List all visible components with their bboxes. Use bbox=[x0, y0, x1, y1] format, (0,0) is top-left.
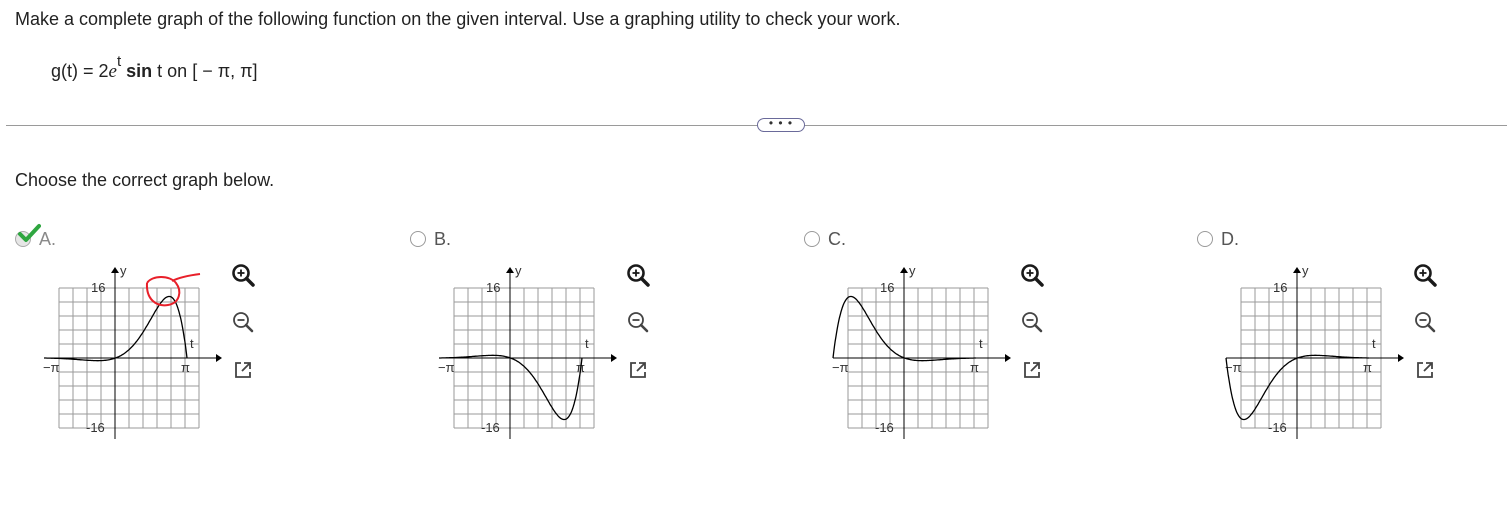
answer-option-d[interactable]: D. y t 16 -16 −π π bbox=[1197, 224, 1487, 444]
graph: yt16-16−π π bbox=[1225, 263, 1404, 439]
correct-checkmark-icon bbox=[18, 224, 41, 242]
y-max-label: 16 bbox=[91, 280, 105, 295]
y-min-label: -16 bbox=[875, 420, 894, 435]
y-min-label: -16 bbox=[481, 420, 500, 435]
formula-base: e bbox=[108, 61, 117, 82]
t-axis-arrow bbox=[1005, 354, 1011, 362]
answer-option-c[interactable]: C. y t 16 -16 −π π bbox=[804, 224, 1094, 444]
zoom-in-icon[interactable] bbox=[1412, 262, 1438, 288]
y-axis-label: y bbox=[909, 263, 916, 278]
open-new-window-icon[interactable] bbox=[1019, 357, 1045, 383]
function-formula: g(t) = 2et sin t on [ − π, π] bbox=[51, 53, 258, 83]
zoom-in-icon[interactable] bbox=[1019, 262, 1045, 288]
graph: yt16-16−π π bbox=[438, 263, 617, 439]
t-axis-arrow bbox=[216, 354, 222, 362]
graph: y t 16 -16 −π π bbox=[43, 263, 222, 439]
x-min-label: −π bbox=[832, 360, 849, 375]
zoom-out-icon[interactable] bbox=[625, 309, 651, 335]
zoom-in-icon[interactable] bbox=[230, 262, 256, 288]
radio-button[interactable] bbox=[1197, 231, 1213, 247]
y-axis-arrow bbox=[1293, 267, 1301, 273]
graph: y t 16 -16 −π π bbox=[832, 263, 1011, 439]
y-axis-label: y bbox=[1302, 263, 1309, 278]
y-axis-arrow bbox=[506, 267, 514, 273]
y-axis-label: y bbox=[515, 263, 522, 278]
zoom-out-icon[interactable] bbox=[1412, 309, 1438, 335]
y-axis-label: y bbox=[120, 263, 127, 278]
x-max-label: π bbox=[181, 360, 190, 375]
y-max-label: 16 bbox=[486, 280, 500, 295]
answer-option-a[interactable]: A. y t 16 -16 −π π bbox=[15, 224, 305, 444]
y-max-label: 16 bbox=[1273, 280, 1287, 295]
x-max-label: π bbox=[1363, 360, 1372, 375]
formula-lhs: g(t) = 2 bbox=[51, 61, 109, 81]
t-axis-label: t bbox=[585, 336, 589, 351]
t-axis-arrow bbox=[1398, 354, 1404, 362]
open-new-window-icon[interactable] bbox=[1412, 357, 1438, 383]
question-text: Make a complete graph of the following f… bbox=[15, 9, 901, 29]
t-axis-label: t bbox=[190, 336, 194, 351]
zoom-in-icon[interactable] bbox=[625, 262, 651, 288]
radio-button[interactable] bbox=[804, 231, 820, 247]
show-more-button[interactable]: • • • bbox=[757, 117, 805, 132]
y-min-label: -16 bbox=[1268, 420, 1287, 435]
t-axis-label: t bbox=[1372, 336, 1376, 351]
formula-rest: t on [ − π, π] bbox=[152, 61, 258, 81]
radio-button[interactable] bbox=[410, 231, 426, 247]
open-new-window-icon[interactable] bbox=[230, 357, 256, 383]
answer-option-b[interactable]: B. y t 16 -16 −π π bbox=[410, 224, 700, 444]
option-label: A. bbox=[39, 229, 57, 249]
option-label: B. bbox=[434, 229, 452, 249]
t-axis-arrow bbox=[611, 354, 617, 362]
t-axis-label: t bbox=[979, 336, 983, 351]
x-min-label: −π bbox=[43, 360, 60, 375]
option-label: D. bbox=[1221, 229, 1239, 249]
y-min-label: -16 bbox=[86, 420, 105, 435]
formula-exponent: t bbox=[116, 53, 122, 70]
open-new-window-icon[interactable] bbox=[625, 357, 651, 383]
x-max-label: π bbox=[970, 360, 979, 375]
zoom-out-icon[interactable] bbox=[230, 309, 256, 335]
y-max-label: 16 bbox=[880, 280, 894, 295]
zoom-out-icon[interactable] bbox=[1019, 309, 1045, 335]
y-axis-arrow bbox=[111, 267, 119, 273]
prompt-text: Choose the correct graph below. bbox=[15, 170, 275, 190]
y-axis-arrow bbox=[900, 267, 908, 273]
red-annotation bbox=[145, 273, 201, 307]
formula-func: sin bbox=[126, 61, 153, 81]
x-min-label: −π bbox=[438, 360, 455, 375]
option-label: C. bbox=[828, 229, 846, 249]
